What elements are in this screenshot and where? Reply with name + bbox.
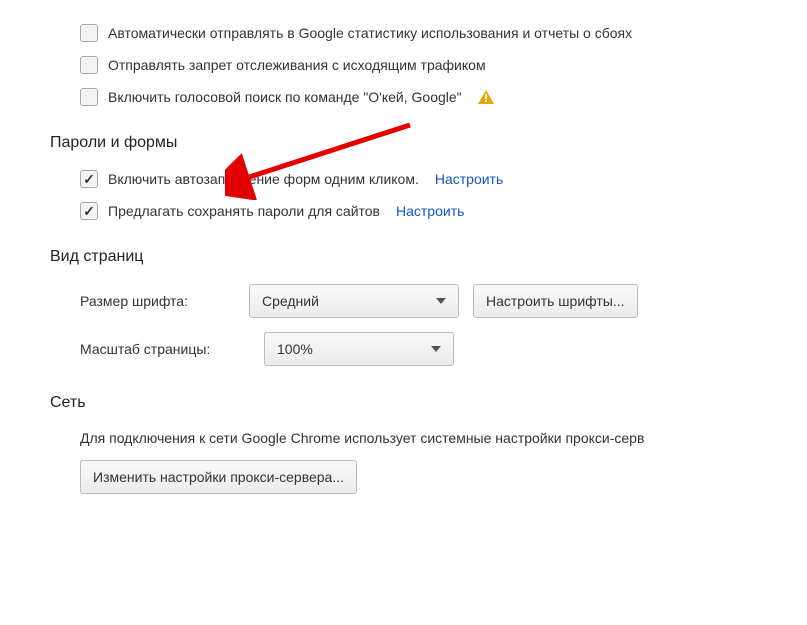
customize-fonts-button[interactable]: Настроить шрифты... — [473, 284, 638, 318]
label-send-stats: Автоматически отправлять в Google статис… — [108, 25, 632, 41]
chevron-down-icon — [436, 298, 446, 304]
select-font-size-value: Средний — [262, 293, 319, 309]
checkbox-send-stats[interactable] — [80, 24, 98, 42]
row-page-zoom: Масштаб страницы: 100% — [80, 332, 807, 366]
label-autofill: Включить автозаполнение форм одним клико… — [108, 171, 419, 187]
label-page-zoom: Масштаб страницы: — [80, 341, 250, 357]
warning-icon — [478, 90, 494, 104]
checkbox-dnt[interactable] — [80, 56, 98, 74]
label-font-size: Размер шрифта: — [80, 293, 235, 309]
select-page-zoom[interactable]: 100% — [264, 332, 454, 366]
network-description: Для подключения к сети Google Chrome исп… — [80, 430, 807, 446]
option-dnt: Отправлять запрет отслеживания с исходящ… — [80, 56, 807, 74]
heading-page-appearance: Вид страниц — [50, 248, 807, 266]
annotation-arrow — [225, 120, 425, 203]
label-save-passwords: Предлагать сохранять пароли для сайтов — [108, 203, 380, 219]
option-voice-search: Включить голосовой поиск по команде "О'к… — [80, 88, 807, 106]
link-configure-passwords[interactable]: Настроить — [396, 203, 464, 219]
select-page-zoom-value: 100% — [277, 341, 313, 357]
label-voice-search: Включить голосовой поиск по команде "О'к… — [108, 89, 462, 105]
label-dnt: Отправлять запрет отслеживания с исходящ… — [108, 57, 486, 73]
row-font-size: Размер шрифта: Средний Настроить шрифты.… — [80, 284, 807, 318]
chevron-down-icon — [431, 346, 441, 352]
link-configure-autofill[interactable]: Настроить — [435, 171, 503, 187]
checkbox-save-passwords[interactable] — [80, 202, 98, 220]
change-proxy-settings-button[interactable]: Изменить настройки прокси-сервера... — [80, 460, 357, 494]
select-font-size[interactable]: Средний — [249, 284, 459, 318]
checkbox-voice-search[interactable] — [80, 88, 98, 106]
heading-passwords-forms: Пароли и формы — [50, 134, 807, 152]
option-send-stats: Автоматически отправлять в Google статис… — [80, 24, 807, 42]
option-save-passwords: Предлагать сохранять пароли для сайтов Н… — [80, 202, 807, 220]
option-autofill: Включить автозаполнение форм одним клико… — [80, 170, 807, 188]
heading-network: Сеть — [50, 394, 807, 412]
checkbox-autofill[interactable] — [80, 170, 98, 188]
